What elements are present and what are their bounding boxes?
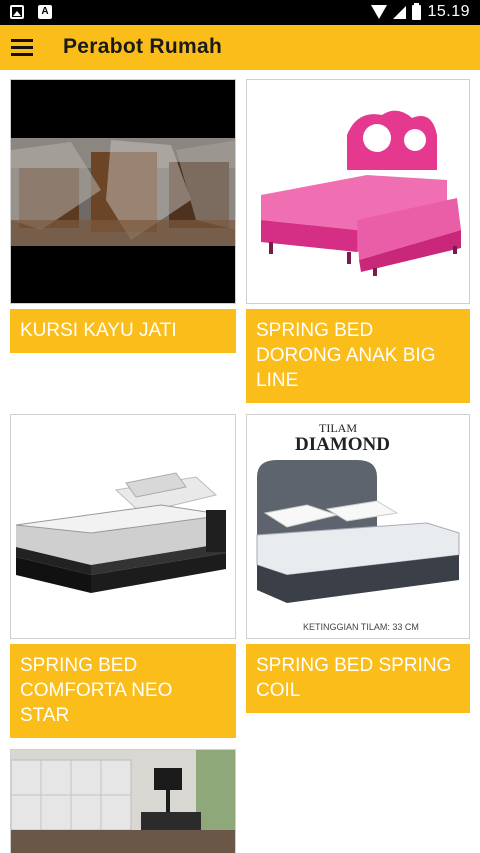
height-caption: KETINGGIAN TILAM: 33 CM [303,622,419,632]
status-time: 15.19 [427,3,470,20]
battery-icon [412,2,422,20]
diamond-bed-image: TILAM DIAMOND KETINGGIAN TILAM: 33 CM [247,415,469,638]
product-label[interactable]: SPRING BED SPRING COIL [246,644,470,713]
product-label[interactable]: KURSI KAYU JATI [10,309,236,353]
product-image[interactable]: TILAM DIAMOND KETINGGIAN TILAM: 33 CM [246,414,470,639]
wifi-icon [371,5,388,19]
product-image[interactable] [10,79,236,304]
headboard-bed-image [11,750,235,853]
product-image[interactable] [246,79,470,304]
app-bar: Perabot Rumah [0,25,480,70]
app-notification-icon: A [38,5,52,19]
page-title: Perabot Rumah [63,35,223,58]
product-image[interactable] [10,749,236,853]
comforta-bed-image [11,415,235,638]
product-label[interactable]: SPRING BED DORONG ANAK BIG LINE [246,309,470,403]
brand-big-text: DIAMOND [295,434,390,455]
product-label[interactable]: SPRING BED COMFORTA NEO STAR [10,644,236,738]
pink-kids-bed-image [247,80,469,303]
signal-icon [393,5,407,19]
image-notification-icon [10,5,24,19]
wooden-chairs-image [11,80,235,303]
status-bar: A 15.19 [0,0,480,25]
product-image[interactable] [10,414,236,639]
brand-small-text: TILAM [319,421,357,435]
hamburger-menu-icon[interactable] [11,39,33,56]
